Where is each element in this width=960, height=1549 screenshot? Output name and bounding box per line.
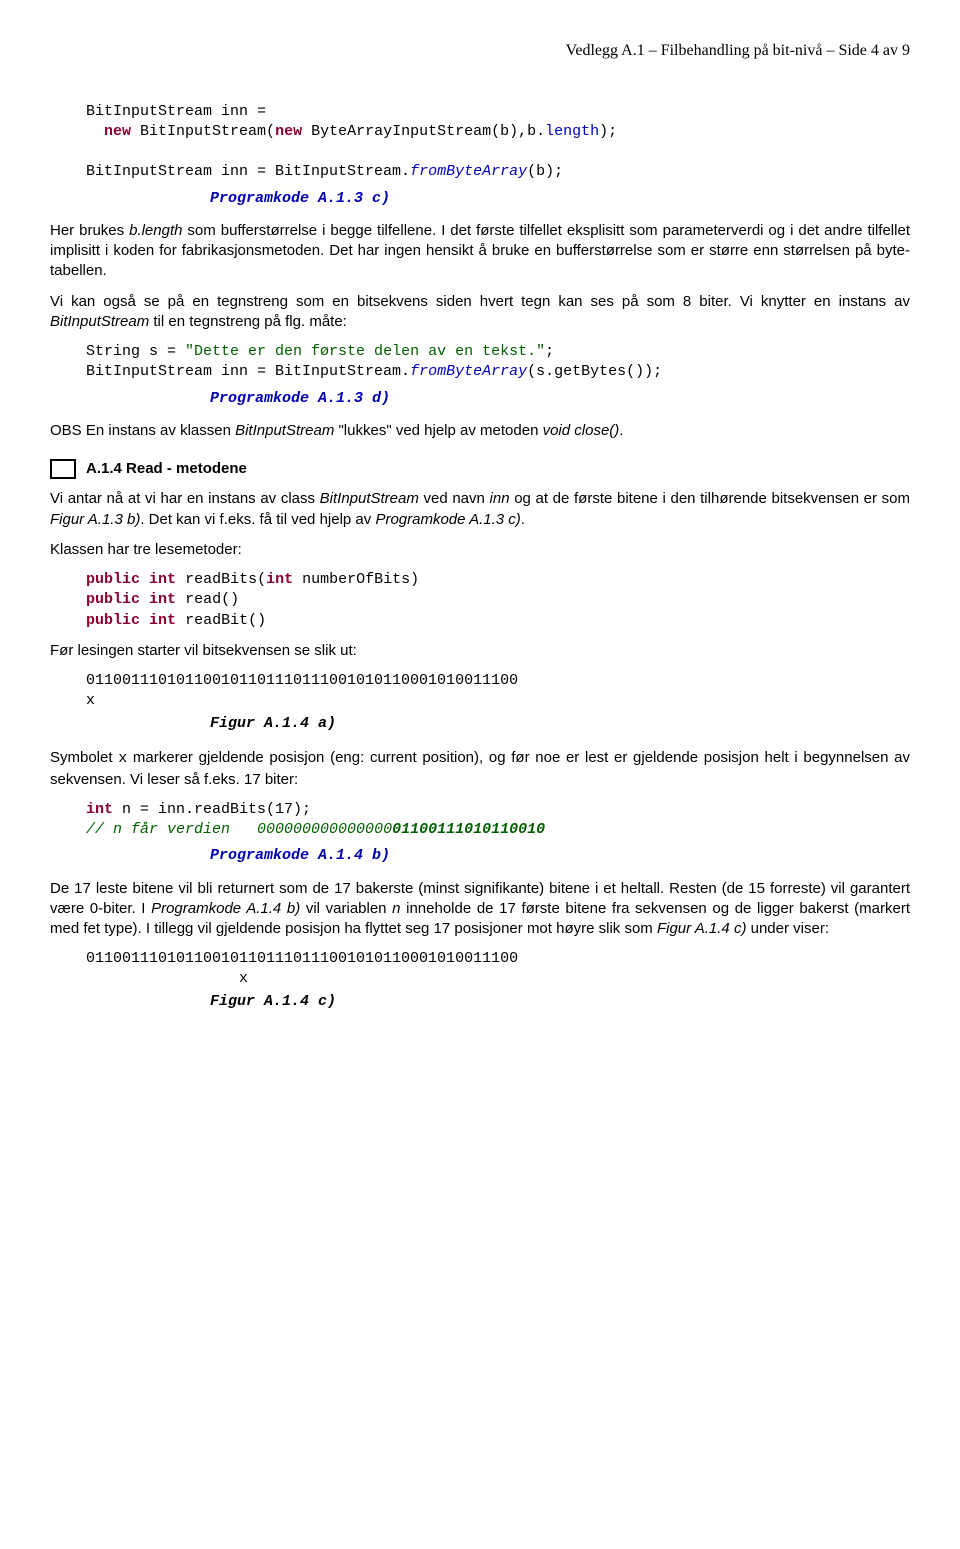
code-block-3: public int readBits(int numberOfBits) pu… — [68, 570, 910, 631]
code-line: (s.getBytes()); — [527, 363, 662, 380]
code-block-1: BitInputStream inn = new BitInputStream(… — [68, 102, 910, 183]
text-italic: inn — [490, 490, 510, 507]
section-heading: A.1.4 Read - metodene — [50, 459, 910, 479]
code-line: BitInputStream inn = BitInputStream. — [68, 363, 410, 380]
code-block-4: int n = inn.readBits(17); // n får verdi… — [68, 800, 910, 841]
paragraph: Før lesingen starter vil bitsekvensen se… — [50, 641, 910, 661]
comment-text: // n får verdien 000000000000000 — [86, 821, 392, 838]
kw-int: int — [149, 591, 176, 608]
text-italic: Figur A.1.3 b) — [50, 511, 140, 528]
paragraph: OBS En instans av klassen BitInputStream… — [50, 421, 910, 441]
kw-length: length — [545, 123, 599, 140]
kw-int: int — [149, 612, 176, 629]
kw-int: int — [86, 801, 113, 818]
kw-int: int — [149, 571, 176, 588]
kw-method: fromByteArray — [410, 363, 527, 380]
text-italic: Programkode A.1.3 c) — [375, 511, 520, 528]
code-line: readBit() — [176, 612, 266, 629]
code-line: BitInputStream( — [131, 123, 275, 140]
page-header: Vedlegg A.1 – Filbehandling på bit-nivå … — [50, 40, 910, 62]
text: Vi antar nå at vi har en instans av clas… — [50, 490, 320, 507]
kw-int: int — [266, 571, 293, 588]
text-italic: Figur A.1.4 c) — [657, 920, 746, 937]
text: OBS En instans av klassen — [50, 422, 235, 439]
text: markerer gjeldende posisjon (eng: curren… — [50, 749, 910, 787]
code-line — [68, 123, 104, 140]
text: "lukkes" ved hjelp av metoden — [334, 422, 542, 439]
text: ved navn — [419, 490, 490, 507]
paragraph: Vi kan også se på en tegnstreng som en b… — [50, 292, 910, 333]
paragraph: Vi antar nå at vi har en instans av clas… — [50, 489, 910, 530]
bit-sequence-2: 0110011101011001011011101110010101100010… — [68, 949, 910, 988]
caption-programkode-a13d: Programkode A.1.3 d) — [210, 389, 910, 409]
figure-caption-a14c: Figur A.1.4 c) — [210, 992, 910, 1012]
code-line: numberOfBits) — [293, 571, 419, 588]
text: til en tegnstreng på flg. måte: — [149, 313, 347, 330]
mono-x: x — [118, 750, 127, 767]
code-line: ByteArrayInputStream(b),b. — [302, 123, 545, 140]
kw-method: fromByteArray — [410, 163, 527, 180]
paragraph: Her brukes b.length som bufferstørrelse … — [50, 221, 910, 282]
code-line: String s = — [68, 343, 185, 360]
code-line: (b); — [527, 163, 563, 180]
figure-caption-a14a: Figur A.1.4 a) — [210, 714, 910, 734]
paragraph: De 17 leste bitene vil bli returnert som… — [50, 879, 910, 940]
bit-sequence-1: 0110011101011001011011101110010101100010… — [68, 671, 910, 710]
code-comment: // n får verdien 00000000000000001100111… — [86, 821, 545, 838]
text: . — [521, 511, 525, 528]
text-italic: b.length — [129, 222, 182, 239]
marker-x: x — [68, 692, 95, 709]
bits: 0110011101011001011011101110010101100010… — [68, 950, 518, 967]
paragraph: Klassen har tre lesemetoder: — [50, 540, 910, 560]
text-italic: n — [392, 900, 400, 917]
code-line: ; — [545, 343, 554, 360]
checkbox-icon — [50, 459, 76, 479]
caption-programkode-a14b: Programkode A.1.4 b) — [210, 846, 910, 866]
code-block-2: String s = "Dette er den første delen av… — [68, 342, 910, 383]
code-line: n = inn.readBits(17); — [113, 801, 311, 818]
text: og at de første bitene i den tilhørende … — [510, 490, 910, 507]
text: . Det kan vi f.eks. få til ved hjelp av — [140, 511, 375, 528]
text: Vi kan også se på en tegnstreng som en b… — [50, 293, 910, 310]
kw-public: public — [86, 571, 140, 588]
section-title: A.1.4 Read - metodene — [86, 459, 247, 479]
text-italic: BitInputStream — [50, 313, 149, 330]
string-literal: "Dette er den første delen av en tekst." — [185, 343, 545, 360]
text-italic: BitInputStream — [235, 422, 334, 439]
text-italic: void close() — [543, 422, 620, 439]
code-line: readBits( — [176, 571, 266, 588]
marker-x: x — [68, 970, 248, 987]
text: vil variablen — [300, 900, 392, 917]
code-line: ); — [599, 123, 617, 140]
kw-public: public — [86, 591, 140, 608]
bits: 0110011101011001011011101110010101100010… — [68, 672, 518, 689]
text: Symbolet — [50, 749, 118, 766]
text: . — [619, 422, 623, 439]
comment-bold: 01100111010110010 — [392, 821, 545, 838]
text: under viser: — [746, 920, 829, 937]
text: Her brukes — [50, 222, 129, 239]
kw-public: public — [86, 612, 140, 629]
caption-programkode-a13c: Programkode A.1.3 c) — [210, 189, 910, 209]
code-line: BitInputStream inn = — [68, 103, 266, 120]
code-line: BitInputStream inn = BitInputStream. — [68, 163, 410, 180]
kw-new: new — [275, 123, 302, 140]
text-italic: Programkode A.1.4 b) — [151, 900, 300, 917]
code-line: read() — [176, 591, 239, 608]
text-italic: BitInputStream — [320, 490, 419, 507]
kw-new: new — [104, 123, 131, 140]
paragraph: Symbolet x markerer gjeldende posisjon (… — [50, 748, 910, 790]
